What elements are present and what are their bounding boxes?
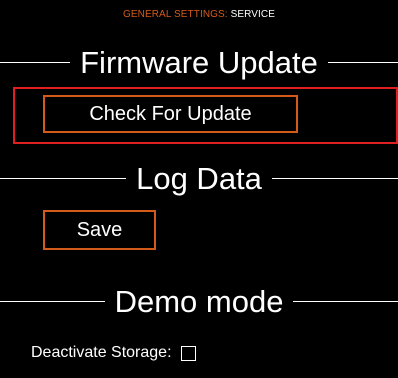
log-data-section-title: Log Data [136, 161, 262, 196]
breadcrumb-parent: GENERAL SETTINGS: [123, 9, 228, 20]
save-log-button[interactable]: Save [43, 210, 156, 250]
deactivate-storage-row: Deactivate Storage: [31, 344, 196, 362]
demo-mode-section-title: Demo mode [114, 284, 284, 319]
check-for-update-button[interactable]: Check For Update [43, 95, 298, 133]
divider-line [0, 301, 105, 302]
deactivate-storage-label: Deactivate Storage: [31, 344, 172, 361]
firmware-section-header: Firmware Update [0, 47, 398, 78]
divider-line [271, 178, 398, 179]
firmware-section-title: Firmware Update [80, 45, 318, 80]
breadcrumb-current: SERVICE [230, 9, 275, 20]
deactivate-storage-checkbox[interactable] [180, 345, 196, 361]
breadcrumb: GENERAL SETTINGS: SERVICE [0, 9, 398, 20]
log-data-section-header: Log Data [0, 163, 398, 194]
divider-line [0, 62, 71, 63]
divider-line [0, 178, 127, 179]
divider-line [293, 301, 398, 302]
demo-mode-section-header: Demo mode [0, 286, 398, 317]
divider-line [327, 62, 398, 63]
